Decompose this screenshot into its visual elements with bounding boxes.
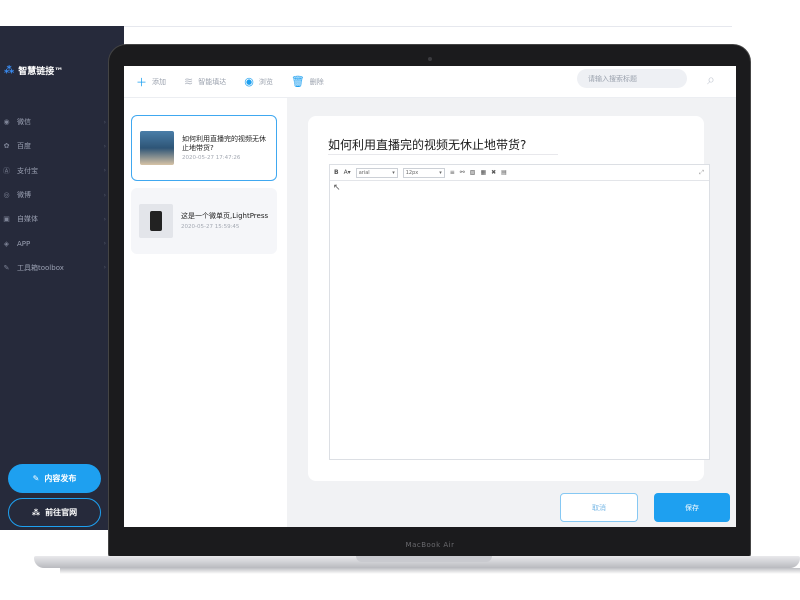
brand-logo[interactable]: ⁂ 智慧链接™ [4, 64, 63, 77]
align-icon[interactable]: ≡ [450, 169, 455, 176]
sidebar-item-label: 工具箱toolbox [17, 263, 64, 272]
article-card-2[interactable]: 这是一个微单页,LightPress 2020-05-27 15:59:45 [131, 188, 277, 254]
sidebar: ⁂ 智慧链接™ ◉ 微信 › ✿ 百度 › Ⓐ 支付宝 › ◎ 微博 › ▣ 自… [0, 26, 124, 530]
chevron-right-icon: › [103, 264, 106, 272]
smart-fill-label: 智能填达 [198, 77, 227, 86]
chevron-right-icon: › [103, 215, 106, 223]
search-placeholder: 请输入搜索标题 [588, 74, 637, 83]
code-icon[interactable]: ▤ [501, 169, 507, 176]
chevron-right-icon: › [103, 167, 106, 175]
font-color-icon[interactable]: A▾ [344, 169, 351, 176]
edit-icon: ✎ [32, 474, 40, 483]
baidu-icon: ✿ [3, 142, 10, 151]
laptop-screen: ＋ 添加 ≋ 智能填达 ◉ 浏览 🗑 删除 请输入搜索标题 ⌕ 如何利用直播完的… [124, 66, 736, 527]
stage: ⁂ 智慧链接™ ◉ 微信 › ✿ 百度 › Ⓐ 支付宝 › ◎ 微博 › ▣ 自… [0, 0, 800, 600]
search-input[interactable]: 请输入搜索标题 [577, 69, 687, 88]
smart-fill-button[interactable]: ≋ 智能填达 [184, 75, 226, 88]
preview-button[interactable]: ◉ 浏览 [244, 75, 273, 88]
eye-icon: ◉ [244, 75, 254, 88]
cancel-label: 取消 [592, 503, 606, 512]
site-button-label: 前往官网 [45, 508, 78, 517]
save-label: 保存 [685, 503, 699, 512]
wechat-icon: ◉ [3, 118, 10, 127]
rich-text-editor[interactable]: B A▾ arial ▾ 12px ▾ ≡ ⚯ ▧ ▦ ✖ ▤ ⤢ ↖ [329, 164, 710, 460]
article-title: 如何利用直播完的视频无休止地带货? [182, 134, 266, 152]
preview-label: 浏览 [258, 77, 273, 86]
chevron-down-icon: ▾ [439, 169, 442, 176]
media-icon: ▣ [3, 215, 10, 224]
bg-top-divider [120, 26, 732, 27]
sidebar-item-media[interactable]: ▣ 自媒体 › [2, 207, 106, 231]
size-value: 12px [405, 169, 419, 176]
size-select[interactable]: 12px ▾ [402, 167, 445, 178]
alipay-icon: Ⓐ [3, 166, 10, 175]
publish-button-label: 内容发布 [44, 474, 77, 483]
editor-panel: 如何利用直播完的视频无休止地带货? B A▾ arial ▾ 12px ▾ ≡ ⚯ … [308, 116, 710, 481]
chevron-down-icon: ▾ [392, 169, 395, 176]
sidebar-item-app[interactable]: ◈ APP › [2, 231, 106, 255]
cancel-button[interactable]: 取消 [560, 493, 638, 522]
sidebar-nav: ◉ 微信 › ✿ 百度 › Ⓐ 支付宝 › ◎ 微博 › ▣ 自媒体 › ◈ A… [2, 110, 106, 280]
sidebar-item-label: 支付宝 [17, 166, 38, 175]
search-icon[interactable]: ⌕ [700, 69, 722, 91]
table-icon[interactable]: ▦ [480, 169, 486, 176]
laptop-notch [356, 556, 492, 562]
article-thumbnail [139, 204, 173, 238]
sidebar-item-label: 微信 [17, 118, 31, 127]
article-thumbnail [140, 131, 174, 165]
font-value: arial [358, 169, 370, 176]
sidebar-item-baidu[interactable]: ✿ 百度 › [2, 134, 106, 158]
phone-image [150, 211, 162, 231]
article-date: 2020-05-27 17:47:26 [182, 155, 241, 162]
sidebar-item-label: APP [17, 239, 31, 248]
add-button[interactable]: ＋ 添加 [136, 74, 166, 90]
image-icon[interactable]: ▧ [470, 169, 476, 176]
sidebar-item-alipay[interactable]: Ⓐ 支付宝 › [2, 159, 106, 183]
network-icon: ⁂ [31, 508, 41, 517]
wifi-icon: ≋ [184, 75, 194, 88]
laptop-shadow [60, 568, 800, 574]
editor-toolbar: ＋ 添加 ≋ 智能填达 ◉ 浏览 🗑 删除 请输入搜索标题 ⌕ [124, 66, 736, 98]
bold-icon[interactable]: B [334, 169, 339, 176]
camera-dot [428, 57, 432, 61]
trash-icon: 🗑 [290, 75, 305, 88]
fullscreen-icon[interactable]: ⤢ [699, 169, 704, 177]
weibo-icon: ◎ [3, 191, 10, 200]
delete-label: 删除 [309, 77, 324, 86]
chevron-right-icon: › [103, 240, 106, 248]
rte-toolbar: B A▾ arial ▾ 12px ▾ ≡ ⚯ ▧ ▦ ✖ ▤ ⤢ [330, 165, 709, 181]
mouse-cursor-icon: ↖ [333, 183, 341, 193]
visit-site-button[interactable]: ⁂ 前往官网 [8, 498, 101, 527]
sidebar-item-label: 自媒体 [17, 215, 38, 224]
font-select[interactable]: arial ▾ [355, 167, 398, 178]
chevron-right-icon: › [103, 118, 106, 126]
tool-icon: ✎ [3, 263, 10, 272]
sidebar-item-weibo[interactable]: ◎ 微博 › [2, 183, 106, 207]
publish-content-button[interactable]: ✎ 内容发布 [8, 464, 101, 493]
sidebar-item-label: 微博 [17, 191, 31, 200]
app-icon: ◈ [3, 239, 10, 248]
article-card-1[interactable]: 如何利用直播完的视频无休止地带货? 2020-05-27 17:47:26 [131, 115, 277, 181]
article-date: 2020-05-27 15:59:45 [181, 223, 240, 230]
sidebar-item-label: 百度 [17, 142, 31, 151]
article-list: 如何利用直播完的视频无休止地带货? 2020-05-27 17:47:26 这是… [124, 98, 287, 527]
chevron-right-icon: › [103, 142, 106, 150]
brand-name: 智慧链接™ [18, 67, 64, 77]
device-label: MacBook Air [405, 541, 455, 549]
delete-button[interactable]: 🗑 删除 [291, 75, 324, 88]
sidebar-item-toolbox[interactable]: ✎ 工具箱toolbox › [2, 256, 106, 280]
title-input[interactable]: 如何利用直播完的视频无休止地带货? [328, 136, 526, 153]
chevron-right-icon: › [103, 191, 106, 199]
sidebar-item-wechat[interactable]: ◉ 微信 › [2, 110, 106, 134]
clear-format-icon[interactable]: ✖ [491, 169, 496, 176]
add-label: 添加 [152, 77, 166, 86]
save-button[interactable]: 保存 [654, 493, 730, 522]
network-icon: ⁂ [4, 65, 15, 76]
plus-icon: ＋ [136, 75, 147, 89]
title-underline [328, 154, 558, 155]
link-icon[interactable]: ⚯ [460, 169, 465, 176]
article-title: 这是一个微单页,LightPress [181, 212, 269, 221]
